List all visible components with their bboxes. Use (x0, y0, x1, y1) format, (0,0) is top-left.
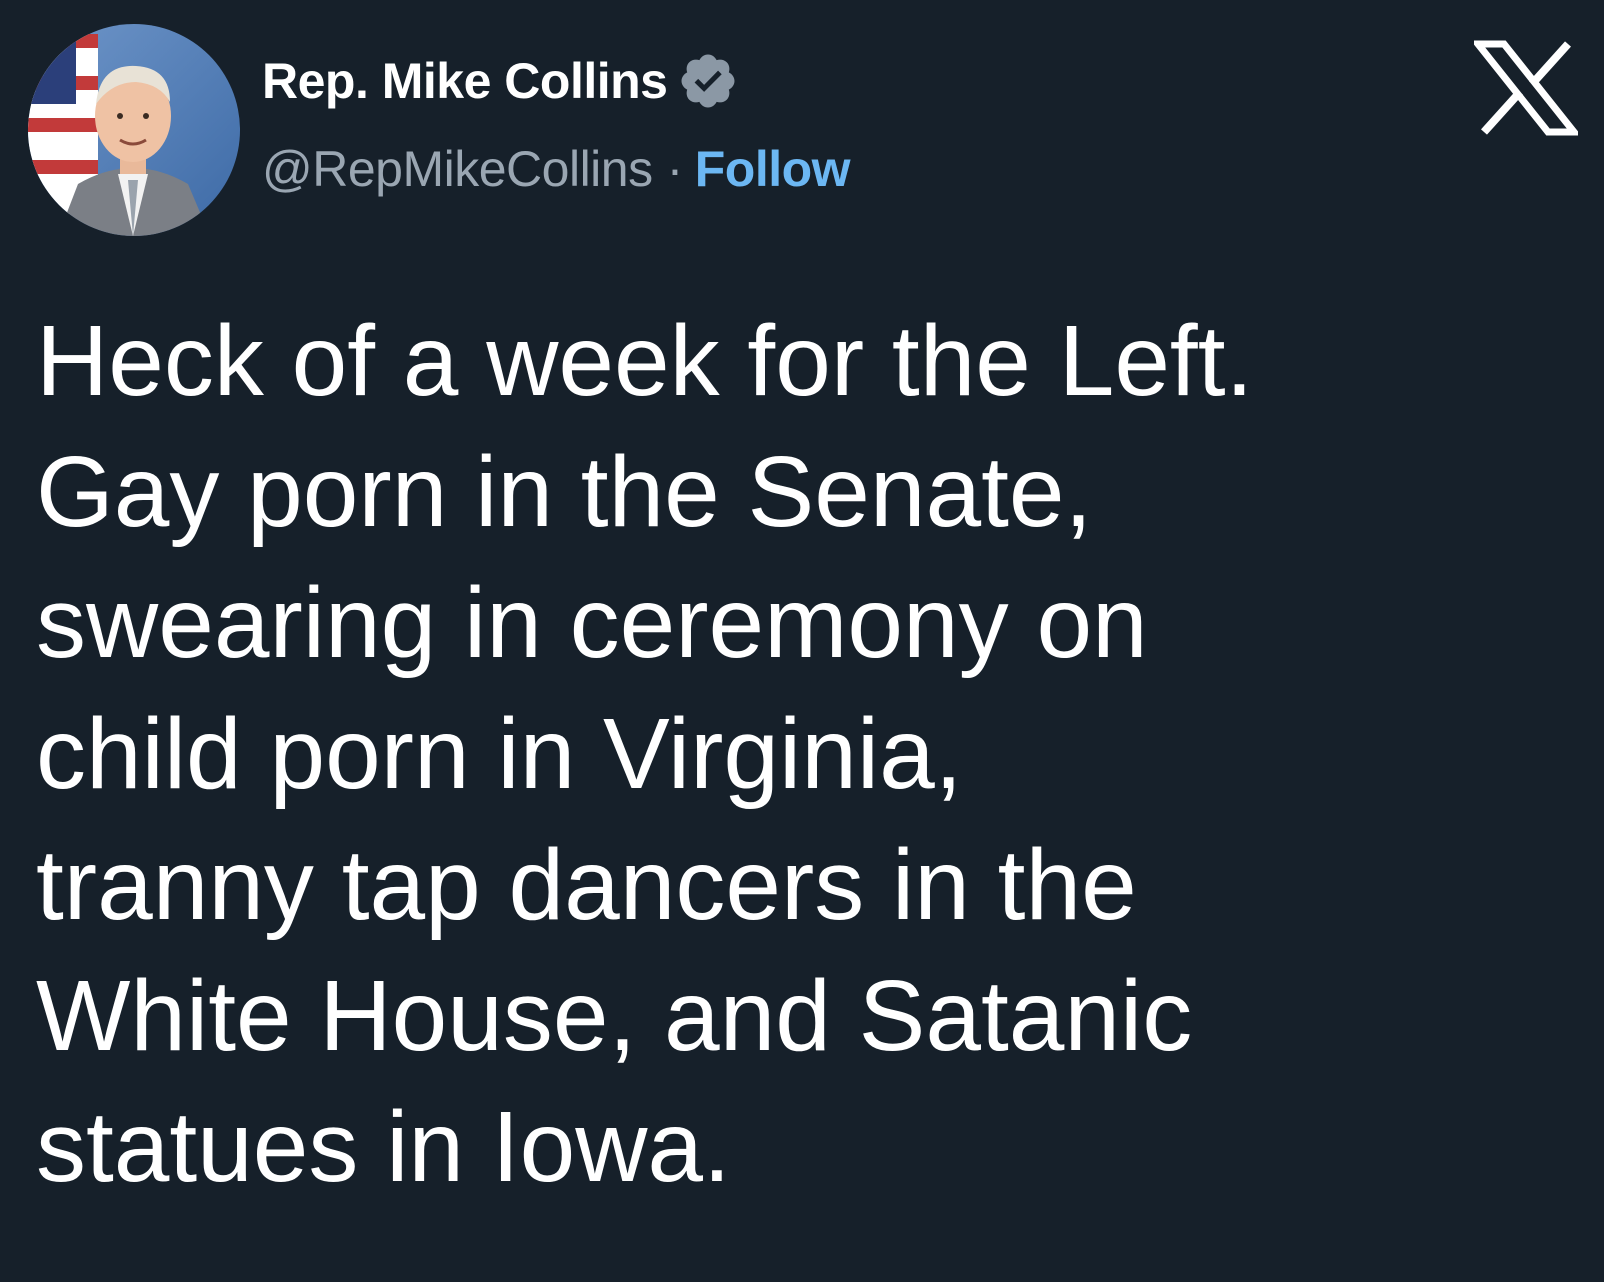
author-block: Rep. Mike Collins @RepMikeCollins · Foll… (262, 46, 851, 197)
verified-badge-icon (681, 54, 735, 108)
tweet-text-line: swearing in ceremony on (36, 567, 1148, 679)
tweet-text: Heck of a week for the Left. Gay porn in… (36, 296, 1576, 1213)
tweet-text-line: Gay porn in the Senate, (36, 436, 1093, 548)
tweet-text-line: White House, and Satanic (36, 960, 1193, 1072)
handle-row: @RepMikeCollins · Follow (262, 141, 851, 197)
tweet-card: Rep. Mike Collins @RepMikeCollins · Foll… (0, 0, 1604, 1282)
follow-button[interactable]: Follow (695, 144, 851, 194)
avatar-image (28, 24, 240, 236)
handle[interactable]: @RepMikeCollins (262, 144, 653, 194)
tweet-text-line: child porn in Virginia, (36, 698, 963, 810)
x-logo-icon[interactable] (1474, 40, 1578, 136)
tweet-text-line: Heck of a week for the Left. (36, 305, 1254, 417)
name-row: Rep. Mike Collins (262, 46, 850, 116)
avatar[interactable] (28, 24, 240, 236)
tweet-text-line: statues in Iowa. (36, 1091, 731, 1203)
tweet-text-line: tranny tap dancers in the (36, 829, 1137, 941)
display-name[interactable]: Rep. Mike Collins (262, 56, 668, 106)
separator: · (666, 141, 684, 197)
